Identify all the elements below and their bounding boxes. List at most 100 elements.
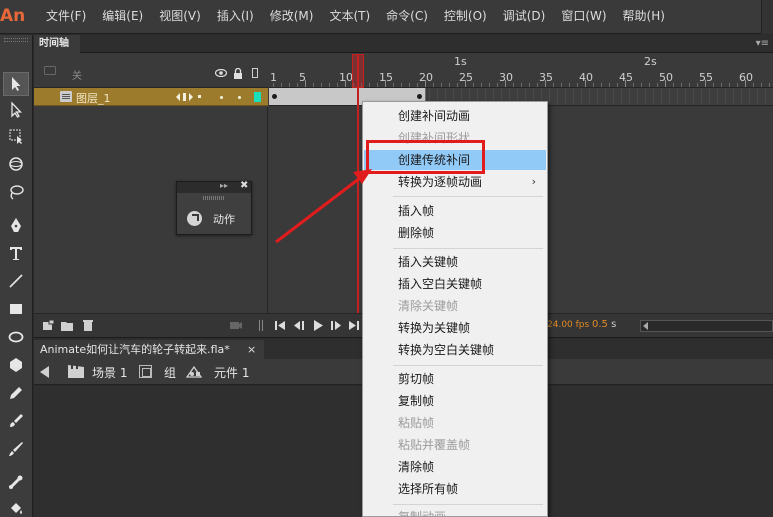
menu-file[interactable]: 文件(F) xyxy=(38,0,94,34)
bone-tool-icon[interactable] xyxy=(3,470,29,494)
pencil-tool-icon[interactable] xyxy=(3,381,29,405)
menu-insert[interactable]: 插入(I) xyxy=(209,0,262,34)
camera-icon[interactable] xyxy=(230,320,242,331)
menu-item-select-all-frames[interactable]: 选择所有帧 xyxy=(364,479,546,499)
lock-dot[interactable] xyxy=(238,96,241,99)
menu-commands[interactable]: 命令(C) xyxy=(378,0,436,34)
eye-icon[interactable] xyxy=(215,69,227,77)
panel-grip[interactable] xyxy=(203,196,225,200)
fps-readout[interactable]: 24.00 fps xyxy=(547,320,589,330)
menu-item-clear-frames[interactable]: 清除帧 xyxy=(364,457,546,477)
collapse-icon[interactable]: ▸▸ xyxy=(220,181,228,190)
tools-grip[interactable] xyxy=(4,38,28,42)
new-layer-icon[interactable] xyxy=(42,320,54,331)
lock-icon[interactable] xyxy=(233,68,243,79)
brush-tool-icon[interactable] xyxy=(3,437,29,461)
visibility-dot[interactable] xyxy=(220,96,223,99)
go-to-first-frame-icon[interactable] xyxy=(274,320,286,331)
delete-layer-icon[interactable] xyxy=(82,320,94,331)
actions-titlebar[interactable]: ▸▸ ✖ xyxy=(177,180,251,193)
menu-debug[interactable]: 调试(D) xyxy=(495,0,554,34)
menu-view[interactable]: 视图(V) xyxy=(151,0,209,34)
new-folder-icon[interactable] xyxy=(61,320,73,331)
subselection-tool-icon[interactable] xyxy=(3,98,29,122)
polystar-tool-icon[interactable] xyxy=(3,353,29,377)
menu-item-insert-frame[interactable]: 插入帧 xyxy=(364,201,546,221)
keyframe-end[interactable] xyxy=(417,94,422,99)
menu-separator xyxy=(393,196,543,197)
ruler-tick xyxy=(521,83,522,87)
ruler-tick xyxy=(673,83,674,87)
scroll-left-icon[interactable] xyxy=(643,322,648,330)
menu-item-create-motion-tween[interactable]: 创建补间动画 xyxy=(364,106,546,126)
layer-controls-icon[interactable] xyxy=(175,92,215,102)
group-breadcrumb[interactable]: 组 xyxy=(164,364,176,381)
close-icon[interactable]: ✖ xyxy=(240,180,248,191)
document-title: Animate如何让汽车的轮子转起来.fla* xyxy=(40,343,230,356)
back-arrow-icon[interactable] xyxy=(40,366,49,378)
menu-item-insert-blank-keyframe[interactable]: 插入空白关键帧 xyxy=(364,274,546,294)
ruler-tick xyxy=(377,83,378,87)
timeline-tab[interactable]: 时间轴 xyxy=(34,35,80,53)
document-tab[interactable]: Animate如何让汽车的轮子转起来.fla* × xyxy=(34,340,264,360)
ruler-tick xyxy=(681,83,682,87)
ruler-tick xyxy=(705,80,706,87)
layer-outline-color[interactable] xyxy=(254,92,261,102)
menu-modify[interactable]: 修改(M) xyxy=(262,0,322,34)
actions-label[interactable]: 动作 xyxy=(213,211,235,227)
frame-ruler[interactable]: 1s 2s 1 5 10 15 20 25 30 35 40 45 50 55 … xyxy=(269,54,773,88)
keyframe-start[interactable] xyxy=(272,94,277,99)
close-tab-icon[interactable]: × xyxy=(247,340,256,360)
second-label: 2s xyxy=(644,55,657,68)
outline-icon[interactable] xyxy=(252,68,258,78)
menu-item-convert-to-keyframes[interactable]: 转换为关键帧 xyxy=(364,318,546,338)
actions-icon[interactable] xyxy=(187,211,202,226)
ruler-tick xyxy=(505,80,506,87)
menu-control[interactable]: 控制(O) xyxy=(436,0,495,34)
ruler-tick xyxy=(313,83,314,87)
menu-item-convert-to-blank-keyframes[interactable]: 转换为空白关键帧 xyxy=(364,340,546,360)
menu-item-insert-keyframe[interactable]: 插入关键帧 xyxy=(364,252,546,272)
menu-item-cut-frames[interactable]: 剪切帧 xyxy=(364,369,546,389)
free-transform-tool-icon[interactable] xyxy=(3,124,29,148)
rectangle-tool-icon[interactable] xyxy=(3,297,29,321)
oval-tool-icon[interactable] xyxy=(3,325,29,349)
scene-breadcrumb[interactable]: 场景 1 xyxy=(92,364,127,381)
menu-text[interactable]: 文本(T) xyxy=(321,0,378,34)
ruler-tick xyxy=(417,83,418,87)
play-icon[interactable] xyxy=(312,320,324,331)
menu-item-delete-frames[interactable]: 删除帧 xyxy=(364,223,546,243)
symbol-breadcrumb[interactable]: 元件 1 xyxy=(214,364,249,381)
panel-divider-icon xyxy=(259,320,263,331)
frame-number: 25 xyxy=(459,71,473,84)
paint-bucket-tool-icon[interactable] xyxy=(3,497,29,517)
window-controls[interactable] xyxy=(761,0,773,34)
text-tool-icon[interactable] xyxy=(3,241,29,265)
menu-help[interactable]: 帮助(H) xyxy=(615,0,673,34)
ruler-tick xyxy=(753,83,754,87)
line-tool-icon[interactable] xyxy=(3,269,29,293)
layer-name[interactable]: 图层_1 xyxy=(76,90,111,106)
pen-tool-icon[interactable] xyxy=(3,213,29,237)
actions-panel[interactable]: ▸▸ ✖ 动作 xyxy=(176,180,252,235)
panel-menu-icon[interactable]: ▾≡ xyxy=(756,35,769,53)
layer-row[interactable]: 图层_1 xyxy=(34,88,268,106)
ruler-tick xyxy=(457,83,458,87)
menu-window[interactable]: 窗口(W) xyxy=(553,0,614,34)
ruler-tick xyxy=(433,83,434,87)
go-to-last-frame-icon[interactable] xyxy=(348,320,360,331)
menu-edit[interactable]: 编辑(E) xyxy=(94,0,151,34)
menu-item-copy-frames[interactable]: 复制帧 xyxy=(364,391,546,411)
layer-folder-icon xyxy=(44,66,56,75)
time-readout[interactable]: 0.5 s xyxy=(592,319,616,330)
ruler-tick xyxy=(489,83,490,87)
selection-tool-icon[interactable] xyxy=(3,72,29,96)
3d-rotation-tool-icon[interactable] xyxy=(3,152,29,176)
step-forward-icon[interactable] xyxy=(330,320,342,331)
step-back-icon[interactable] xyxy=(293,320,305,331)
menu-item-convert-to-frame-by-frame[interactable]: 转换为逐帧动画 › xyxy=(364,172,546,192)
timeline-scrollbar[interactable] xyxy=(640,320,773,332)
lasso-tool-icon[interactable] xyxy=(3,180,29,204)
ruler-tick xyxy=(385,80,386,87)
paint-brush-tool-icon[interactable] xyxy=(3,409,29,433)
